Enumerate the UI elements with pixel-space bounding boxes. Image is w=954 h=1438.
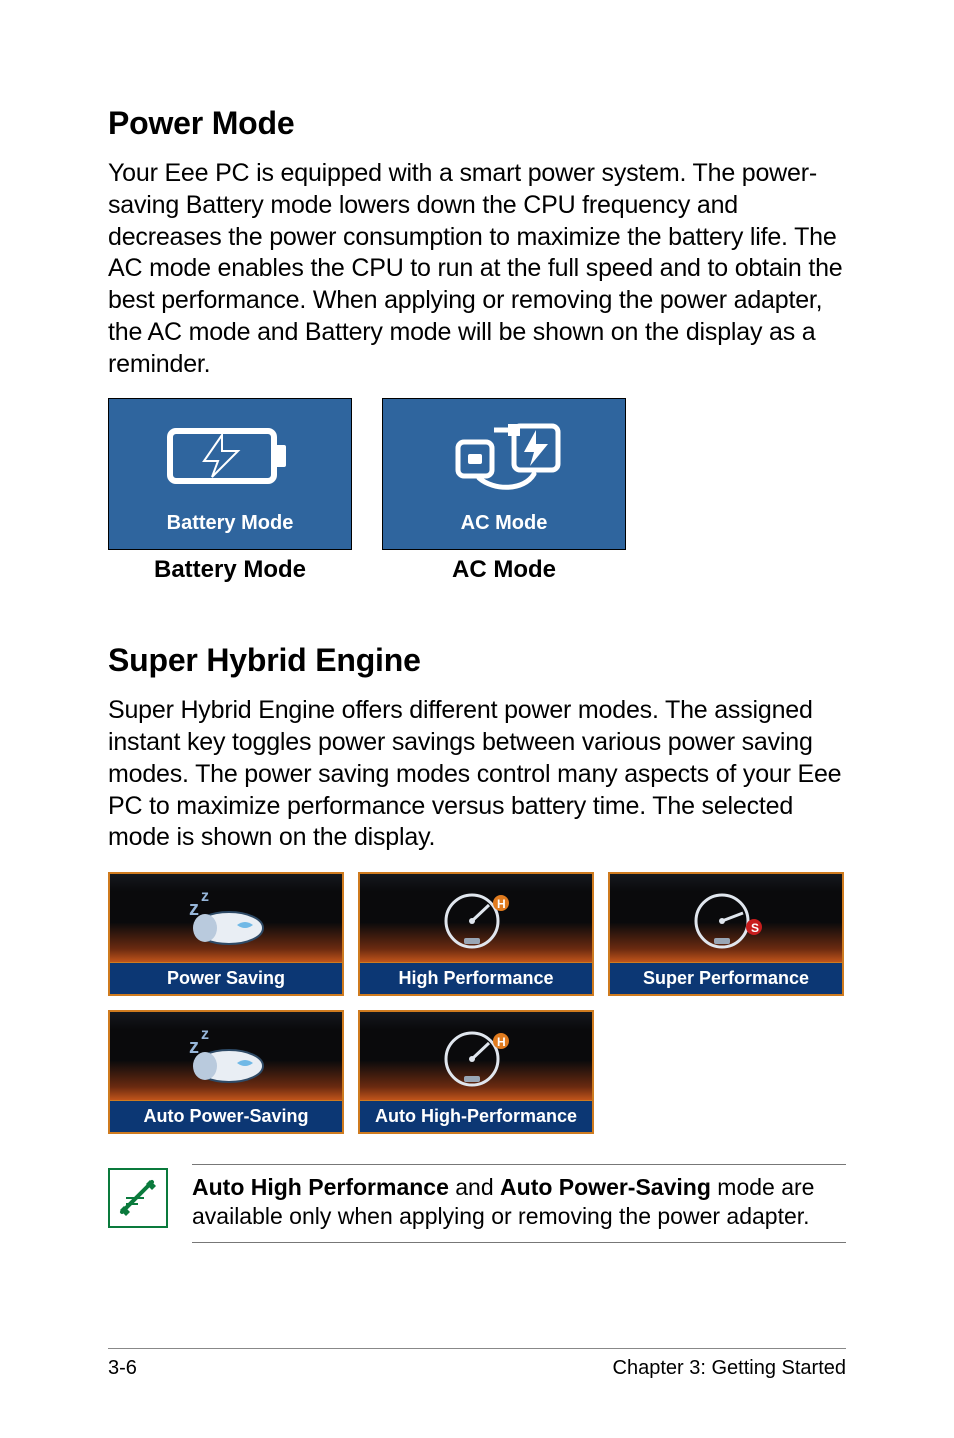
svg-text:H: H bbox=[497, 897, 506, 911]
she-tile-label: Auto High-Performance bbox=[360, 1100, 592, 1132]
she-tile-power-saving: z z Power Saving bbox=[108, 872, 344, 996]
she-tile-super-performance: S Super Performance bbox=[608, 872, 844, 996]
ac-plug-icon bbox=[424, 399, 584, 512]
she-mode-grid: z z Power Saving H High Performance bbox=[108, 872, 846, 1134]
ac-mode-tile: AC Mode bbox=[382, 398, 626, 550]
note-icon bbox=[108, 1168, 168, 1228]
gauge-super-icon: S bbox=[610, 874, 842, 962]
paragraph-power-mode: Your Eee PC is equipped with a smart pow… bbox=[108, 158, 846, 380]
note-bold-2: Auto Power-Saving bbox=[500, 1174, 711, 1200]
battery-mode-column: Battery Mode Battery Mode bbox=[108, 398, 352, 584]
she-tile-auto-power-saving: z z Auto Power-Saving bbox=[108, 1010, 344, 1134]
gauge-high-icon: H bbox=[360, 874, 592, 962]
battery-sleep-icon: z z bbox=[110, 1012, 342, 1100]
she-tile-label: Auto Power-Saving bbox=[110, 1100, 342, 1132]
battery-mode-tile: Battery Mode bbox=[108, 398, 352, 550]
battery-mode-tile-label: Battery Mode bbox=[167, 512, 294, 535]
ac-mode-column: AC Mode AC Mode bbox=[382, 398, 626, 584]
she-tile-auto-high-performance: H Auto High-Performance bbox=[358, 1010, 594, 1134]
ac-mode-tile-label: AC Mode bbox=[461, 512, 548, 535]
she-tile-label: High Performance bbox=[360, 962, 592, 994]
paragraph-super-hybrid-engine: Super Hybrid Engine offers different pow… bbox=[108, 695, 846, 854]
she-tile-high-performance: H High Performance bbox=[358, 872, 594, 996]
page-footer: 3-6 Chapter 3: Getting Started bbox=[108, 1348, 846, 1380]
battery-charging-icon bbox=[160, 399, 300, 512]
she-tile-label: Super Performance bbox=[610, 962, 842, 994]
power-mode-tiles: Battery Mode Battery Mode AC Mo bbox=[108, 398, 846, 584]
note-box: Auto High Performance and Auto Power-Sav… bbox=[108, 1164, 846, 1243]
chapter-label: Chapter 3: Getting Started bbox=[613, 1357, 846, 1380]
svg-text:H: H bbox=[497, 1035, 506, 1049]
page-number: 3-6 bbox=[108, 1357, 137, 1380]
battery-sleep-icon: z z bbox=[110, 874, 342, 962]
ac-mode-caption: AC Mode bbox=[382, 556, 626, 584]
note-bold-1: Auto High Performance bbox=[192, 1174, 449, 1200]
battery-mode-caption: Battery Mode bbox=[108, 556, 352, 584]
svg-text:z: z bbox=[189, 1036, 199, 1058]
svg-text:S: S bbox=[751, 921, 759, 935]
note-text: Auto High Performance and Auto Power-Sav… bbox=[192, 1164, 846, 1243]
svg-text:z: z bbox=[189, 898, 199, 920]
she-tile-label: Power Saving bbox=[110, 962, 342, 994]
gauge-high-icon: H bbox=[360, 1012, 592, 1100]
heading-power-mode: Power Mode bbox=[108, 105, 846, 142]
note-span-1: and bbox=[449, 1174, 500, 1200]
svg-text:z: z bbox=[201, 888, 209, 905]
heading-super-hybrid-engine: Super Hybrid Engine bbox=[108, 642, 846, 679]
svg-text:z: z bbox=[201, 1026, 209, 1043]
